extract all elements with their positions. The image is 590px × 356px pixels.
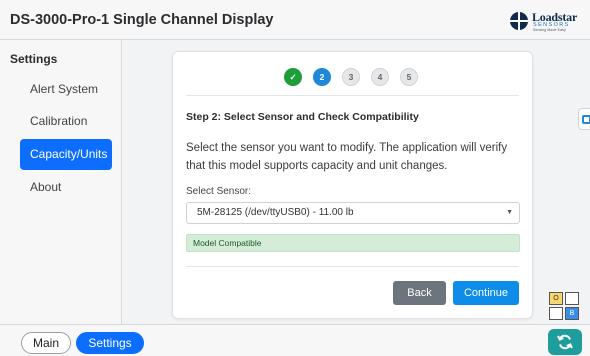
status-cell-empty — [565, 292, 579, 305]
sidebar-item-calibration[interactable]: Calibration — [20, 106, 112, 137]
status-cell-b: B — [565, 307, 579, 320]
divider — [186, 266, 519, 267]
chevron-down-icon: ▼ — [506, 209, 513, 216]
compatibility-status: Model Compatible — [186, 234, 520, 252]
panel-icon — [582, 115, 590, 124]
main-button[interactable]: Main — [21, 332, 71, 354]
sidebar-item-about[interactable]: About — [20, 172, 112, 203]
back-button[interactable]: Back — [393, 281, 446, 305]
sensor-select[interactable]: 5M-28125 (/dev/ttyUSB0) - 11.00 lb ▼ — [186, 202, 520, 224]
refresh-button[interactable] — [548, 329, 582, 355]
app-header: DS-3000-Pro-1 Single Channel Display Loa… — [0, 0, 590, 40]
settings-sidebar: Settings Alert System Calibration Capaci… — [0, 40, 122, 324]
continue-button[interactable]: Continue — [453, 281, 519, 305]
wizard-card: ✓ 2 3 4 5 Step 2: Select Sensor and Chec… — [172, 51, 533, 319]
step-description: Select the sensor you want to modify. Th… — [186, 142, 508, 172]
refresh-icon — [557, 334, 573, 350]
step-indicator-1: ✓ — [284, 68, 302, 86]
step-indicator-4: 4 — [371, 68, 389, 86]
loadstar-logo-icon — [510, 12, 528, 30]
select-sensor-label: Select Sensor: — [186, 186, 252, 197]
selected-sensor-value: 5M-28125 (/dev/ttyUSB0) - 11.00 lb — [197, 207, 354, 218]
status-cell-o: O — [549, 292, 563, 305]
step-title: Step 2: Select Sensor and Check Compatib… — [186, 111, 419, 123]
status-grid: O B — [549, 292, 583, 322]
status-cell-empty — [549, 307, 563, 320]
sidebar-item-capacity-units[interactable]: Capacity/Units — [20, 139, 112, 170]
app-title: DS-3000-Pro-1 Single Channel Display — [10, 12, 274, 28]
sidebar-heading: Settings — [10, 52, 58, 66]
divider — [186, 95, 519, 96]
step-indicator-3: 3 — [342, 68, 360, 86]
settings-button[interactable]: Settings — [76, 332, 144, 354]
main-content: ✓ 2 3 4 5 Step 2: Select Sensor and Chec… — [123, 40, 590, 324]
sidebar-item-alert-system[interactable]: Alert System — [20, 74, 112, 105]
logo-tagline: Sensing Made Easy — [533, 28, 566, 32]
footer-bar: Main Settings — [0, 324, 590, 356]
loadstar-logo: Loadstar SENSORS Sensing Made Easy — [510, 9, 582, 33]
step-indicator-2: 2 — [313, 68, 331, 86]
step-indicator-5: 5 — [400, 68, 418, 86]
side-panel-toggle[interactable] — [578, 108, 590, 130]
